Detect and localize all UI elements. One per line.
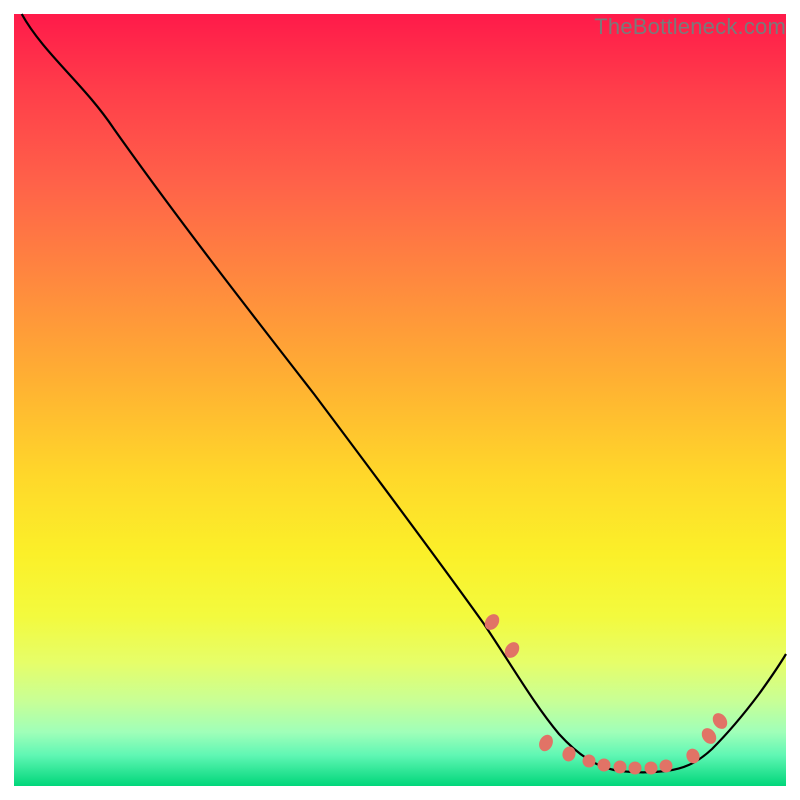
plot-gradient-area — [14, 14, 786, 786]
data-marker — [598, 759, 610, 771]
data-marker — [537, 733, 555, 753]
bottleneck-curve — [22, 14, 786, 772]
watermark-text: TheBottleneck.com — [594, 14, 786, 40]
data-marker — [660, 760, 672, 772]
data-marker — [482, 612, 501, 632]
data-marker — [710, 711, 729, 731]
curve-svg — [14, 14, 786, 786]
chart-container: TheBottleneck.com — [0, 0, 800, 800]
data-marker — [583, 755, 595, 767]
data-marker — [699, 726, 718, 746]
data-marker — [685, 747, 701, 764]
data-marker — [614, 761, 626, 773]
data-marker — [645, 762, 657, 774]
data-marker — [629, 762, 641, 774]
marker-group — [482, 612, 729, 774]
